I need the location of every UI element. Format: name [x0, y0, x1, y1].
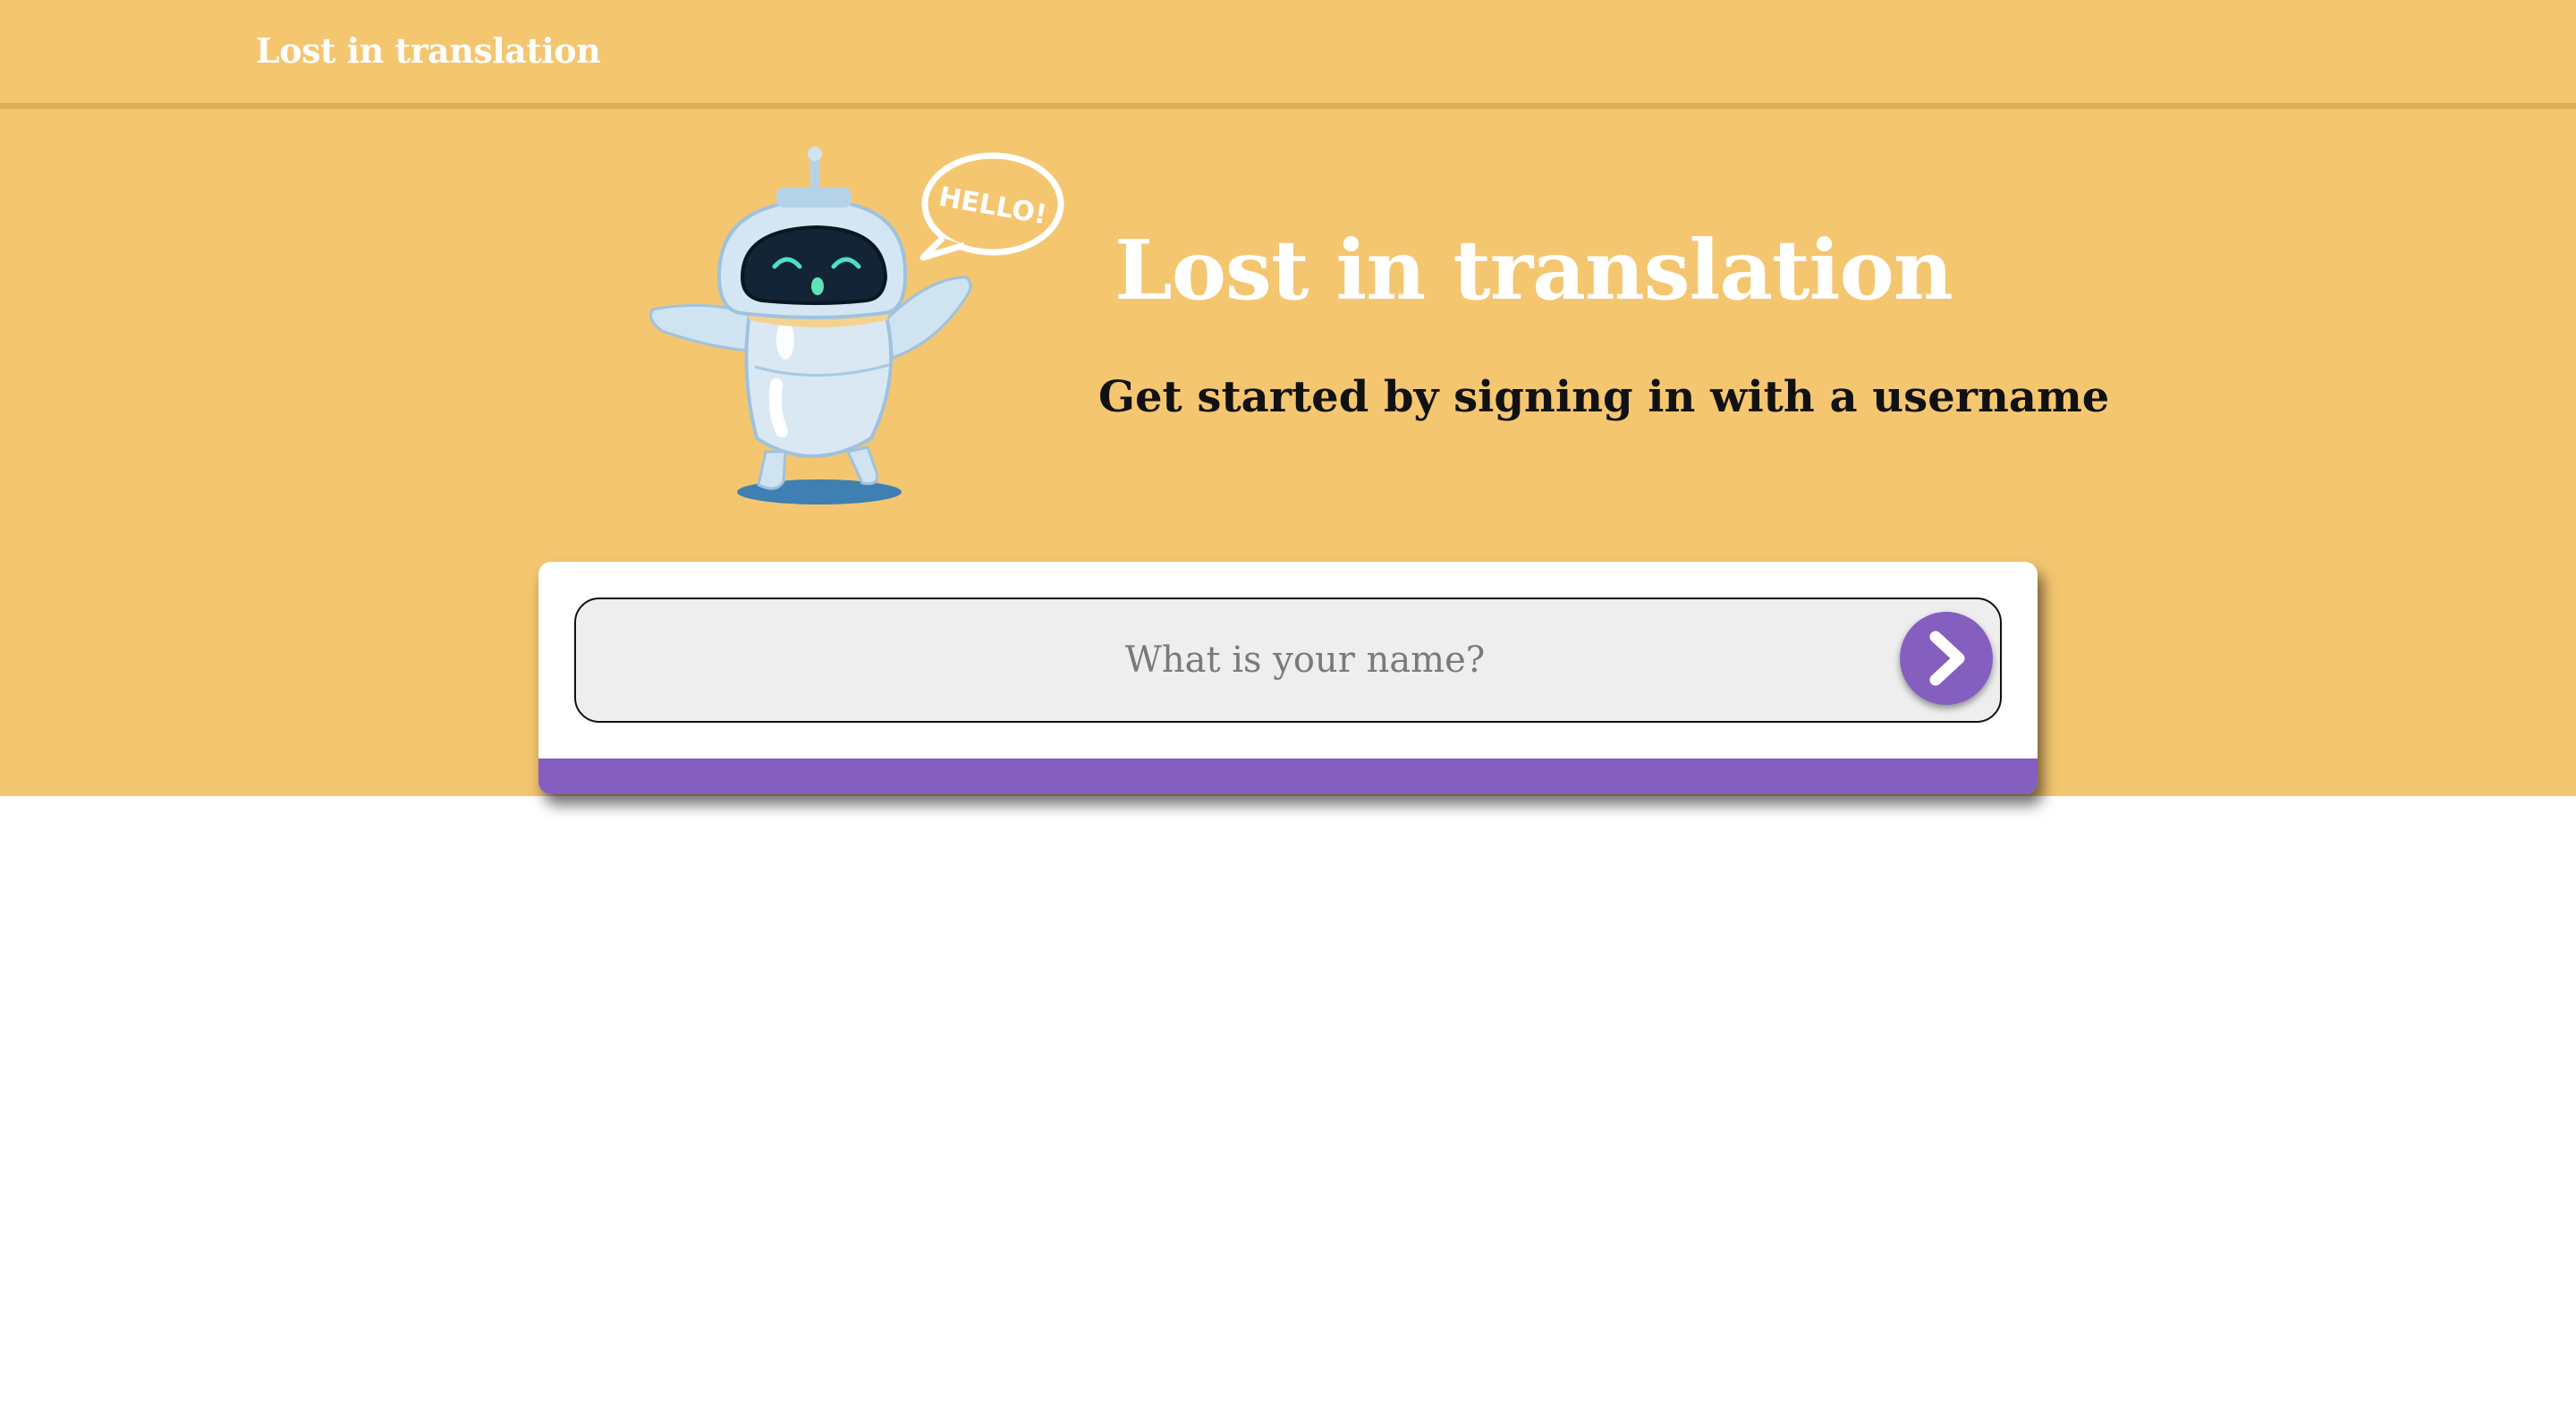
login-card [538, 562, 2038, 794]
top-navbar: Lost in translation [0, 0, 2576, 109]
speech-bubble: HELLO! [919, 152, 1064, 261]
hero-subtitle: Get started by signing in with a usernam… [1098, 372, 2110, 422]
nav-title: Lost in translation [256, 30, 601, 71]
username-input[interactable] [576, 599, 1891, 721]
speech-bubble-text: HELLO! [936, 182, 1049, 232]
robot-hello-illustration: HELLO! [649, 147, 1064, 504]
chevron-right-icon [1929, 631, 1965, 686]
submit-button[interactable] [1900, 612, 1993, 705]
hero-title: Lost in translation [1114, 222, 1953, 318]
card-footer-bar [538, 759, 2038, 794]
username-input-wrapper [574, 598, 2002, 723]
